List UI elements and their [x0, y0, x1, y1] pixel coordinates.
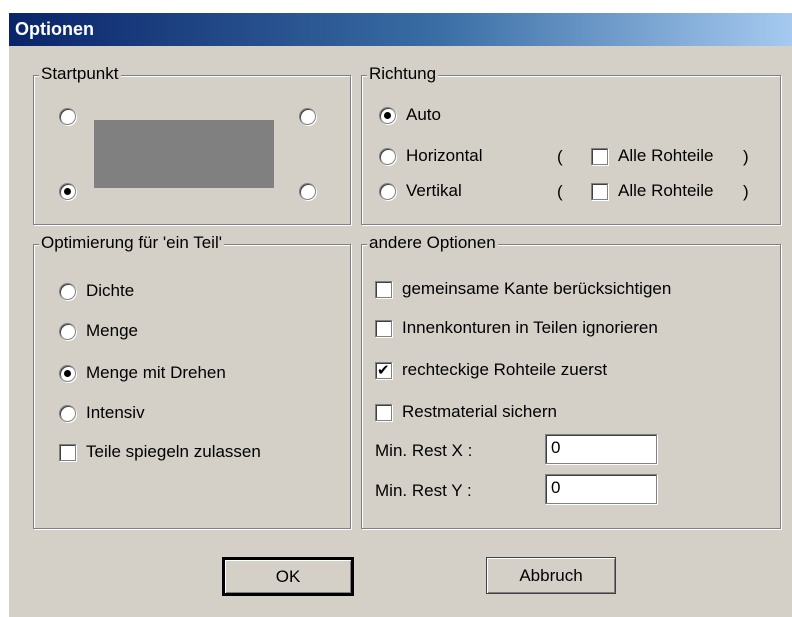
group-richtung-legend: Richtung	[367, 64, 439, 84]
opt-dichte-radio[interactable]	[59, 282, 76, 300]
min-rest-x-label: Min. Rest X :	[375, 441, 473, 460]
common-edge-label: gemeinsame Kante berücksichtigen	[402, 279, 672, 298]
opt-menge-drehen-option[interactable]: Menge mit Drehen	[59, 363, 226, 383]
opt-menge-option[interactable]: Menge	[59, 321, 138, 341]
richtung-horizontal-label: Horizontal	[406, 146, 483, 165]
group-optimierung-legend: Optimierung für 'ein Teil'	[39, 233, 224, 253]
inner-contours-option[interactable]: Innenkonturen in Teilen ignorieren	[375, 318, 658, 338]
richtung-auto-radio[interactable]	[379, 106, 396, 124]
opt-intensiv-label: Intensiv	[86, 403, 145, 422]
mirror-parts-checkbox[interactable]	[59, 443, 76, 461]
group-andere-legend: andere Optionen	[367, 233, 498, 253]
vertical-all-option[interactable]: Alle Rohteile	[591, 181, 713, 201]
inner-contours-checkbox[interactable]	[375, 319, 392, 337]
ok-button-label: OK	[275, 566, 301, 586]
cancel-button-label: Abbruch	[519, 565, 583, 585]
opt-menge-drehen-radio[interactable]	[59, 364, 76, 382]
vertical-paren-open: (	[557, 182, 563, 201]
min-rest-y-label: Min. Rest Y :	[375, 481, 472, 500]
opt-intensiv-radio[interactable]	[59, 404, 76, 422]
richtung-vertikal-radio[interactable]	[379, 182, 396, 200]
opt-dichte-option[interactable]: Dichte	[59, 281, 134, 301]
start-point-preview	[94, 120, 274, 188]
save-rest-material-label: Restmaterial sichern	[402, 402, 557, 421]
horizontal-paren-close: )	[743, 147, 749, 166]
save-rest-material-checkbox[interactable]	[375, 403, 392, 421]
start-top-right-radio[interactable]	[299, 108, 316, 125]
richtung-horizontal-radio[interactable]	[379, 147, 396, 165]
vertical-paren-close: )	[743, 182, 749, 201]
rect-stock-first-label: rechteckige Rohteile zuerst	[402, 360, 608, 379]
opt-intensiv-option[interactable]: Intensiv	[59, 403, 145, 423]
title-bar[interactable]: Optionen	[9, 13, 792, 46]
rect-stock-first-option[interactable]: rechteckige Rohteile zuerst	[375, 360, 607, 380]
horizontal-all-label: Alle Rohteile	[618, 146, 714, 165]
min-rest-y-input[interactable]: 0	[545, 474, 657, 504]
opt-menge-drehen-label: Menge mit Drehen	[86, 363, 226, 382]
rect-stock-first-checkbox[interactable]	[375, 360, 392, 380]
start-top-left-radio[interactable]	[59, 108, 76, 125]
richtung-horizontal-option[interactable]: Horizontal	[379, 146, 483, 166]
options-dialog: Optionen Startpunkt Richtung Auto Horizo…	[8, 12, 792, 617]
group-startpunkt-legend: Startpunkt	[39, 64, 121, 84]
opt-menge-radio[interactable]	[59, 322, 76, 340]
mirror-parts-option[interactable]: Teile spiegeln zulassen	[59, 442, 261, 462]
min-rest-x-input[interactable]: 0	[545, 434, 657, 464]
horizontal-paren-open: (	[557, 147, 563, 166]
window-title: Optionen	[15, 19, 94, 39]
common-edge-checkbox[interactable]	[375, 280, 392, 298]
save-rest-material-option[interactable]: Restmaterial sichern	[375, 402, 557, 422]
richtung-vertikal-option[interactable]: Vertikal	[379, 181, 462, 201]
richtung-auto-option[interactable]: Auto	[379, 105, 441, 125]
mirror-parts-label: Teile spiegeln zulassen	[86, 442, 261, 461]
horizontal-all-checkbox[interactable]	[591, 147, 608, 165]
horizontal-all-option[interactable]: Alle Rohteile	[591, 146, 713, 166]
common-edge-option[interactable]: gemeinsame Kante berücksichtigen	[375, 279, 671, 299]
vertical-all-checkbox[interactable]	[591, 182, 608, 200]
richtung-auto-label: Auto	[406, 105, 441, 124]
vertical-all-label: Alle Rohteile	[618, 181, 714, 200]
ok-button[interactable]: OK	[222, 557, 354, 596]
inner-contours-label: Innenkonturen in Teilen ignorieren	[402, 318, 658, 337]
cancel-button[interactable]: Abbruch	[486, 557, 616, 594]
opt-menge-label: Menge	[86, 321, 138, 340]
richtung-vertikal-label: Vertikal	[406, 181, 462, 200]
opt-dichte-label: Dichte	[86, 281, 135, 300]
start-bottom-right-radio[interactable]	[299, 183, 316, 200]
start-bottom-left-radio[interactable]	[59, 183, 76, 200]
